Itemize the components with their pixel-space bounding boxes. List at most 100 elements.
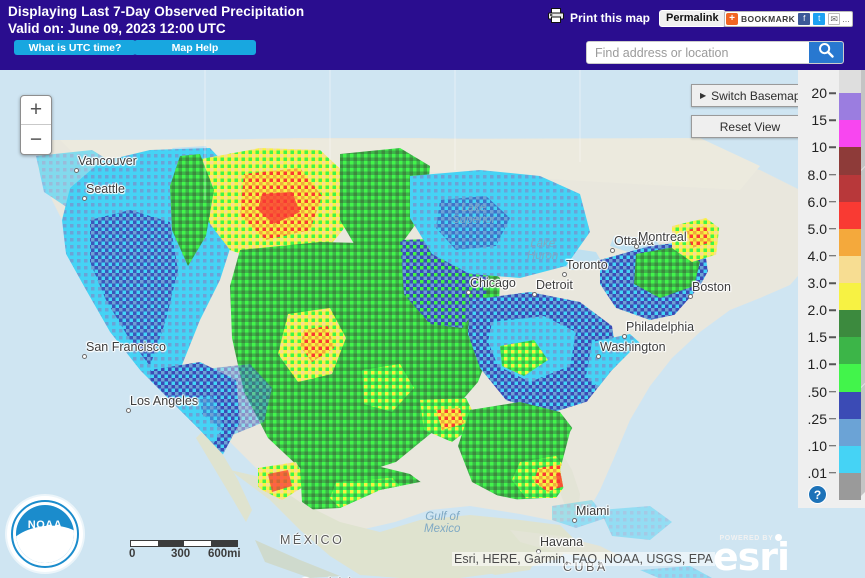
legend-label: 10 (811, 139, 827, 156)
more-share-icon[interactable]: ... (842, 14, 850, 24)
city-marker-dot (634, 244, 639, 249)
scale-bar: 0 300 600mi (129, 540, 248, 562)
bookmark-plus-icon: + (726, 13, 738, 25)
location-search-bar[interactable] (586, 41, 844, 64)
map-attribution: Esri, HERE, Garmin, FAO, NOAA, USGS, EPA (452, 552, 715, 566)
city-name: Havana (540, 535, 584, 549)
city-name: Chicago (470, 276, 516, 290)
map-water-label: Gulf of Mexico (424, 511, 461, 535)
map-city-label: Boston (688, 278, 731, 299)
city-name: San Francisco (86, 340, 166, 354)
map-city-label: Montreal (634, 228, 687, 249)
legend-tick (829, 146, 836, 149)
map-city-label: Washington (596, 338, 666, 359)
scale-bar-track (130, 540, 238, 547)
legend-label: 2.0 (807, 302, 827, 319)
legend-swatch (839, 445, 861, 473)
legend-tick (829, 336, 836, 338)
legend-swatch (839, 174, 861, 202)
page-header: Displaying Last 7-Day Observed Precipita… (0, 0, 865, 70)
city-name: Montreal (638, 230, 687, 244)
map-help-button[interactable]: Map Help (134, 40, 256, 55)
city-name: Detroit (536, 278, 573, 292)
print-this-map-button[interactable]: Print this map (548, 8, 650, 28)
legend-swatch (839, 418, 861, 446)
map-city-label: Philadelphia (622, 318, 695, 339)
map-water-label: Lake Huron (527, 238, 559, 262)
map-city-label: Toronto (562, 256, 608, 277)
legend-swatch (839, 310, 861, 338)
map-city-label: Detroit (532, 276, 573, 297)
zoom-in-button[interactable]: + (21, 96, 51, 125)
chevron-right-icon: ▶ (700, 91, 707, 100)
map-city-label: Vancouver (74, 152, 137, 173)
city-marker-dot (562, 272, 567, 277)
legend-swatch (839, 201, 861, 229)
legend-swatch (839, 472, 861, 500)
map-city-label: San Francisco (82, 338, 166, 359)
legend-swatch (839, 255, 861, 283)
email-icon[interactable]: ✉ (828, 13, 841, 25)
city-name: Washington (600, 340, 666, 354)
legend-swatch (839, 66, 861, 94)
map-water-label: Lake Superior (452, 202, 496, 226)
twitter-icon[interactable]: t (813, 13, 826, 25)
legend-tick (829, 390, 836, 393)
legend-swatch (839, 283, 861, 311)
city-marker-dot (596, 354, 601, 359)
search-button[interactable] (809, 42, 843, 63)
legend-tick (829, 445, 836, 447)
map-city-label: Los Angeles (126, 392, 198, 413)
bookmark-label: BOOKMARK (741, 14, 796, 24)
legend-label: 1.5 (807, 329, 827, 346)
printer-icon (548, 8, 565, 28)
city-marker-dot (82, 196, 87, 201)
city-name: Seattle (86, 182, 125, 196)
legend-label: .25 (807, 410, 827, 427)
search-icon (818, 42, 834, 63)
bookmark-widget[interactable]: + BOOKMARK f t ✉ ... (724, 11, 853, 27)
reset-view-button[interactable]: Reset View (691, 115, 809, 138)
facebook-icon[interactable]: f (798, 13, 811, 25)
legend-swatch (839, 147, 861, 175)
valid-time-text: Valid on: June 09, 2023 12:00 UTC (8, 21, 226, 36)
city-name: Toronto (566, 258, 608, 272)
city-marker-dot (572, 518, 577, 523)
legend-label: .01 (807, 464, 827, 481)
city-marker-dot (74, 168, 79, 173)
city-name: Philadelphia (626, 320, 695, 334)
map-viewport[interactable]: Vancouver Seattle San Francisco Los Angeles… (0, 70, 865, 578)
print-label: Print this map (570, 11, 651, 25)
scale-label-mid: 300 (171, 548, 191, 560)
city-name: Boston (692, 280, 731, 294)
search-input[interactable] (587, 42, 809, 63)
legend-color-bar (839, 66, 861, 500)
legend-help-button[interactable]: ? (808, 485, 827, 504)
map-canvas[interactable] (0, 70, 865, 578)
zoom-control[interactable]: + − (20, 95, 52, 155)
switch-basemap-button[interactable]: ▶ Switch Basemap (691, 84, 809, 107)
legend-tick (829, 417, 836, 420)
zoom-out-button[interactable]: − (21, 125, 51, 154)
legend-tick (829, 119, 836, 121)
legend-swatch (839, 93, 861, 121)
legend-label: 3.0 (807, 275, 827, 291)
legend-label: 15 (811, 112, 827, 129)
legend-tick (829, 173, 836, 176)
permalink-button[interactable]: Permalink (659, 10, 726, 27)
legend-tick (829, 255, 836, 257)
city-marker-dot (532, 292, 537, 297)
legend-swatch (839, 364, 861, 392)
legend-label: 6.0 (807, 193, 827, 210)
legend-tick (829, 92, 836, 94)
legend-label: 1.0 (807, 356, 827, 373)
esri-wordmark: esri (712, 535, 790, 578)
legend-label: .50 (807, 383, 827, 400)
legend-label: 20 (811, 85, 827, 102)
city-marker-dot (466, 290, 471, 295)
map-city-label: Guadalajara (301, 574, 369, 578)
what-is-utc-time-button[interactable]: What is UTC time? (14, 40, 136, 55)
legend-scale-labels: 20 15 10 8.0 6.0 5.0 4.0 3.0 2.0 1.5 1.0 .50 .25 .10.… (798, 66, 839, 500)
legend-label: .10 (807, 437, 827, 454)
legend-tick (829, 282, 836, 284)
